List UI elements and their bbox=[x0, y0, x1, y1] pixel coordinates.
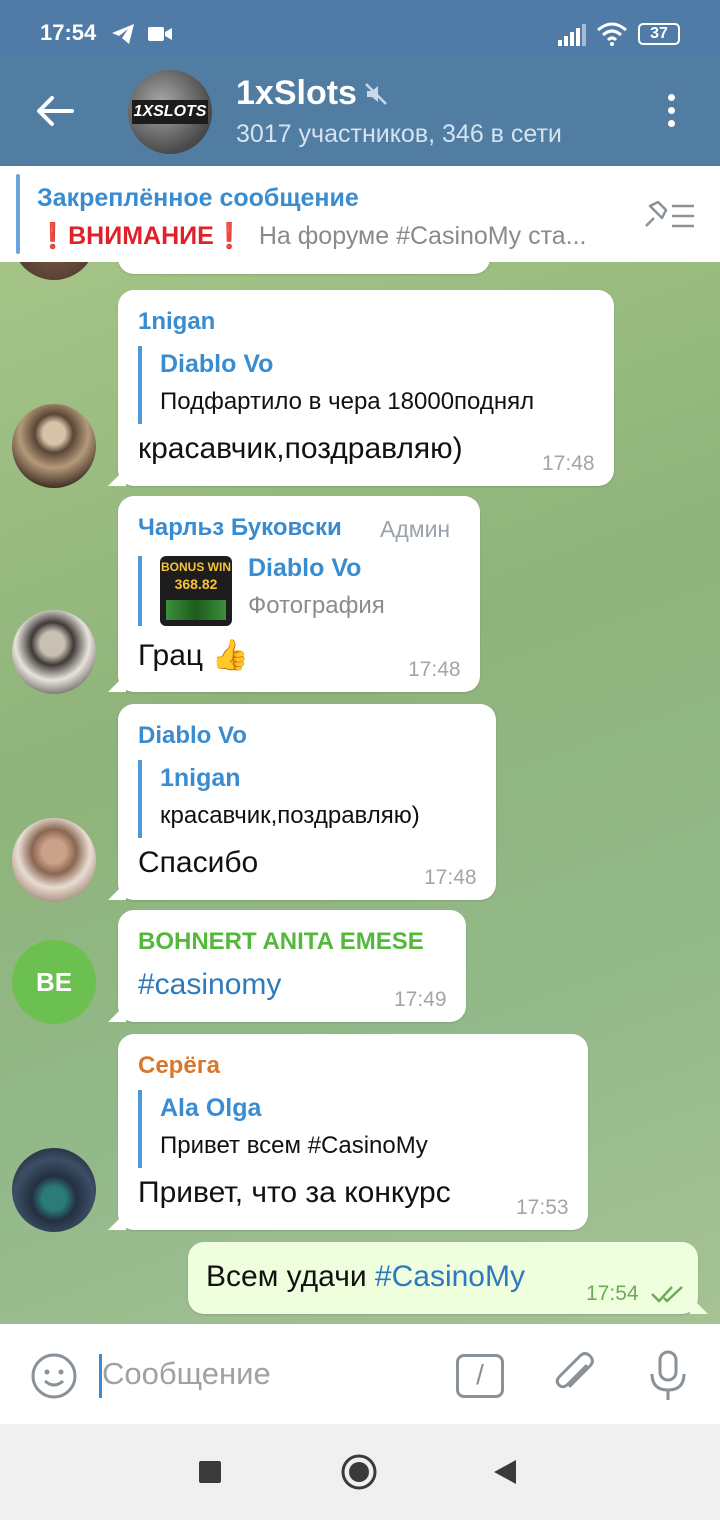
thumb-value: 368.82 bbox=[174, 576, 218, 592]
message-bubble[interactable]: Серёга Ala Olga Привет всем #CasinoMy Пр… bbox=[118, 1034, 588, 1230]
chat-header: 1XSLOTS 1xSlots 3017 участников, 346 в с… bbox=[0, 56, 720, 166]
avatar[interactable] bbox=[12, 1148, 96, 1232]
channel-logo-text: 1XSLOTS bbox=[132, 100, 208, 124]
message-bubble[interactable]: Diablo Vo 1nigan красавчик,поздравляю) С… bbox=[118, 704, 496, 900]
pinned-message-bar[interactable]: Закреплённое сообщение ❗ВНИМАНИЕ❗ На фор… bbox=[0, 166, 720, 262]
message-time: 17:48 bbox=[542, 452, 595, 475]
message-text: Грац 👍 bbox=[138, 639, 249, 672]
telegram-icon bbox=[112, 24, 134, 44]
message-text: Всем удачи #CasinoMy bbox=[206, 1260, 525, 1294]
message-bubble-partial[interactable] bbox=[118, 262, 490, 274]
video-camera-icon bbox=[148, 27, 172, 41]
reply-text: Привет всем #CasinoMy bbox=[160, 1132, 428, 1159]
read-checkmarks-icon bbox=[651, 1286, 683, 1303]
recents-button-icon[interactable] bbox=[199, 1461, 221, 1483]
avatar-initials[interactable]: BE bbox=[12, 940, 96, 1024]
bot-commands-icon[interactable]: / bbox=[456, 1354, 504, 1398]
home-button-icon[interactable] bbox=[340, 1453, 378, 1491]
reply-text: красавчик,поздравляю) bbox=[160, 802, 420, 829]
muted-icon bbox=[365, 83, 387, 105]
message-bubble[interactable]: BOHNERT ANITA EMESE #casinomy 17:49 bbox=[118, 910, 466, 1022]
channel-title[interactable]: 1xSlots bbox=[236, 74, 357, 113]
message-time: 17:54 bbox=[586, 1282, 639, 1305]
battery-icon: 37 bbox=[638, 23, 680, 45]
message-text-plain: Всем удачи bbox=[206, 1260, 375, 1293]
outgoing-message-bubble[interactable]: Всем удачи #CasinoMy 17:54 bbox=[188, 1242, 698, 1314]
message-hashtag[interactable]: #CasinoMy bbox=[375, 1260, 525, 1293]
reply-quote[interactable]: Ala Olga Привет всем #CasinoMy bbox=[138, 1090, 428, 1168]
more-options-icon[interactable] bbox=[664, 94, 678, 134]
pinned-warning: ❗ВНИМАНИЕ❗ bbox=[37, 222, 245, 250]
reply-thumbnail: BONUS WIN 368.82 bbox=[160, 556, 232, 626]
message-bubble[interactable]: Чарльз Буковски Админ BONUS WIN 368.82 D… bbox=[118, 496, 480, 692]
avatar[interactable] bbox=[12, 610, 96, 694]
message-sender[interactable]: 1nigan bbox=[138, 308, 215, 336]
reply-quote[interactable]: 1nigan красавчик,поздравляю) bbox=[138, 760, 420, 838]
message-sender[interactable]: Diablo Vo bbox=[138, 722, 247, 750]
pinned-indicator bbox=[16, 174, 20, 254]
message-input[interactable]: Сообщение bbox=[102, 1356, 271, 1392]
reply-name: Ala Olga bbox=[160, 1094, 262, 1122]
message-time: 17:48 bbox=[408, 658, 461, 681]
message-bubble[interactable]: 1nigan Diablo Vo Подфартило в чера 18000… bbox=[118, 290, 614, 486]
back-button-icon[interactable] bbox=[492, 1458, 518, 1486]
message-sender[interactable]: Чарльз Буковски bbox=[138, 514, 342, 542]
message-text: Привет, что за конкурс bbox=[138, 1176, 451, 1209]
status-bar: 17:54 37 bbox=[0, 0, 720, 56]
message-text: красавчик,поздравляю) bbox=[138, 432, 463, 465]
pinned-preview: На форуме #CasinoMy ста... bbox=[258, 222, 587, 250]
message-sender[interactable]: BOHNERT ANITA EMESE bbox=[138, 928, 424, 956]
message-list[interactable]: 1nigan Diablo Vo Подфартило в чера 18000… bbox=[0, 262, 720, 1324]
signal-icon bbox=[558, 24, 586, 46]
reply-name: Diablo Vo bbox=[248, 554, 362, 582]
reply-text: Подфартило в чера 18000поднял bbox=[160, 388, 535, 415]
avatar[interactable] bbox=[12, 404, 96, 488]
message-input-bar: Сообщение / bbox=[0, 1324, 720, 1424]
avatar[interactable] bbox=[12, 818, 96, 902]
reply-quote[interactable]: Diablo Vo Подфартило в чера 18000поднял bbox=[138, 346, 534, 424]
back-arrow-icon[interactable] bbox=[34, 90, 76, 132]
admin-badge: Админ bbox=[380, 516, 451, 542]
thumb-caption: BONUS WIN bbox=[161, 560, 231, 574]
battery-level: 37 bbox=[650, 25, 668, 42]
system-navigation-bar bbox=[0, 1424, 720, 1520]
emoji-icon[interactable] bbox=[30, 1352, 78, 1400]
reply-text: Фотография bbox=[248, 592, 385, 619]
attach-icon[interactable] bbox=[552, 1350, 600, 1400]
message-time: 17:49 bbox=[394, 988, 447, 1011]
avatar[interactable] bbox=[12, 262, 96, 280]
command-symbol: / bbox=[476, 1359, 484, 1390]
message-sender[interactable]: Серёга bbox=[138, 1052, 220, 1080]
reply-quote[interactable]: BONUS WIN 368.82 Diablo Vo Фотография bbox=[138, 554, 385, 626]
pinned-text: ❗ВНИМАНИЕ❗ На форуме #CasinoMy ста... bbox=[37, 222, 627, 251]
status-time: 17:54 bbox=[40, 20, 97, 45]
microphone-icon[interactable] bbox=[648, 1350, 688, 1402]
pinned-list-icon[interactable] bbox=[640, 196, 696, 236]
reply-name: 1nigan bbox=[160, 764, 241, 792]
pinned-title: Закреплённое сообщение bbox=[37, 184, 359, 212]
reply-name: Diablo Vo bbox=[160, 350, 274, 378]
message-text: Спасибо bbox=[138, 846, 259, 879]
channel-avatar[interactable]: 1XSLOTS bbox=[128, 70, 212, 154]
channel-subtitle: 3017 участников, 346 в сети bbox=[236, 120, 562, 148]
message-time: 17:53 bbox=[516, 1196, 569, 1219]
message-hashtag[interactable]: #casinomy bbox=[138, 968, 281, 1002]
message-time: 17:48 bbox=[424, 866, 477, 889]
wifi-icon bbox=[597, 22, 627, 46]
